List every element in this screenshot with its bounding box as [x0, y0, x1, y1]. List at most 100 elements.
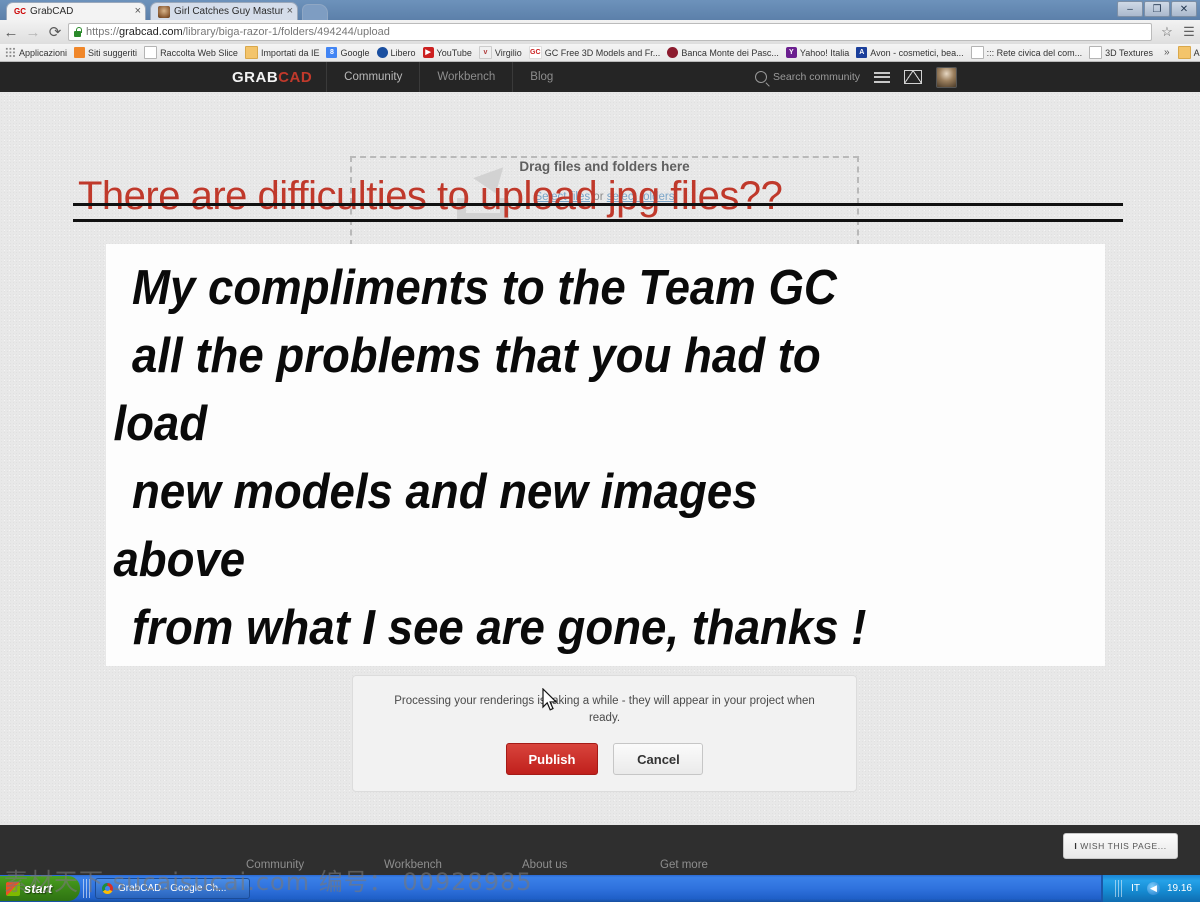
bookmark-label: Libero: [390, 47, 416, 58]
other-bookmarks-item[interactable]: Altri Preferiti: [1176, 45, 1200, 61]
browser-tab-secondary[interactable]: Girl Catches Guy Masturbatin ×: [150, 2, 298, 20]
search-placeholder: Search community: [773, 71, 860, 83]
logo-grab: GRAB: [232, 68, 279, 86]
logo-cad: CAD: [278, 68, 313, 86]
note-line: from what I see are gone, thanks !: [132, 601, 867, 655]
bookmark-item[interactable]: ▶ YouTube: [421, 45, 477, 61]
bookmark-item[interactable]: 3D Textures: [1087, 45, 1158, 61]
tab-title: Girl Catches Guy Masturbatin: [174, 6, 284, 17]
browser-tab-grabcad[interactable]: GC GrabCAD ×: [6, 2, 146, 20]
tab-title: GrabCAD: [30, 6, 74, 17]
cancel-button[interactable]: Cancel: [613, 743, 704, 775]
taskbar-clock[interactable]: 19.16: [1167, 883, 1192, 894]
note-line: My compliments to the Team GC: [132, 261, 837, 315]
search-community-field[interactable]: Search community: [755, 71, 860, 83]
hamburger-icon[interactable]: [874, 71, 890, 83]
virgilio-icon: v: [478, 46, 492, 59]
bookmark-item[interactable]: Libero: [375, 45, 421, 61]
bookmark-item[interactable]: A Avon - cosmetici, bea...: [854, 45, 968, 61]
bookmark-item[interactable]: Importati da IE: [243, 45, 325, 61]
yahoo-icon: Y: [785, 47, 797, 58]
stock-watermark: 素材天下 sucaisucai.com 编号： 00928985: [4, 868, 533, 896]
bookmark-label: Google: [340, 47, 370, 58]
close-button[interactable]: ✕: [1171, 1, 1197, 17]
url-host: grabcad.com: [119, 26, 183, 38]
bookmark-item[interactable]: Banca Monte dei Pasc...: [665, 45, 784, 61]
forward-icon[interactable]: →: [22, 21, 44, 43]
minimize-button[interactable]: –: [1117, 1, 1143, 17]
wish-label: WISH THIS PAGE...: [1080, 841, 1167, 851]
bookmark-item[interactable]: Y Yahoo! Italia: [784, 45, 854, 61]
note-line: load: [113, 397, 208, 451]
reload-icon[interactable]: ⟳: [44, 21, 66, 43]
site-header: GRABCAD Community Workbench Blog Search …: [0, 62, 1200, 92]
tab-close-icon[interactable]: ×: [287, 6, 293, 17]
url-path: /library/biga-razor-1/folders/494244/upl…: [182, 26, 390, 38]
restore-button[interactable]: ❐: [1144, 1, 1170, 17]
back-icon[interactable]: ←: [0, 21, 22, 43]
bookmark-label: ::: Rete civica del com...: [986, 47, 1083, 58]
bookmark-item[interactable]: Raccolta Web Slice: [142, 45, 243, 61]
bookmark-label: Banca Monte dei Pasc...: [681, 47, 779, 58]
bookmarks-bar: Applicazioni Siti suggeriti Raccolta Web…: [0, 44, 1200, 62]
bookmark-item[interactable]: ::: Rete civica del com...: [969, 45, 1088, 61]
footer-link-about-us[interactable]: About us: [522, 859, 660, 871]
annotation-note-overlay: My compliments to the Team GC all the pr…: [106, 244, 1105, 666]
window-controls: – ❐ ✕: [1117, 1, 1197, 17]
bookmark-item[interactable]: v Virgilio: [477, 45, 527, 61]
url-scheme: https://: [86, 26, 120, 38]
note-line: above: [113, 533, 246, 587]
publish-dialog: Processing your renderings is taking a w…: [352, 675, 857, 792]
tab-close-icon[interactable]: ×: [135, 6, 141, 17]
web-page: GRABCAD Community Workbench Blog Search …: [0, 62, 1200, 875]
nav-item-community[interactable]: Community: [326, 62, 419, 92]
browser-toolbar: ← → ⟳ https://grabcad.com/library/biga-r…: [0, 20, 1200, 45]
note-line: all the problems that you had to: [132, 329, 821, 383]
bookmark-label: GC Free 3D Models and Fr...: [544, 47, 661, 58]
grabcad-logo[interactable]: GRABCAD: [232, 69, 312, 86]
note-line: new models and new images: [132, 465, 758, 519]
chrome-menu-icon[interactable]: ☰: [1178, 21, 1200, 43]
strikethrough-line-top: [73, 203, 1123, 206]
page-icon: [144, 46, 158, 59]
bookmark-label: YouTube: [436, 47, 472, 58]
google-icon: 8: [326, 47, 338, 58]
address-bar[interactable]: https://grabcad.com/library/biga-razor-1…: [68, 23, 1152, 41]
header-actions: Search community: [755, 62, 957, 92]
folder-icon: [1177, 46, 1191, 59]
folder-icon: [244, 46, 258, 59]
bookmark-label: 3D Textures: [1105, 47, 1154, 58]
strikethrough-line-bottom: [73, 219, 1123, 222]
bookmark-item[interactable]: 8 Google: [324, 45, 374, 61]
page-icon: [1089, 46, 1103, 59]
bookmarks-overflow-icon[interactable]: »: [1158, 47, 1176, 58]
wish-prefix: I: [1074, 841, 1078, 851]
dialog-message: Processing your renderings is taking a w…: [394, 695, 815, 724]
tray-status-icon[interactable]: ◀: [1146, 882, 1160, 895]
nav-item-workbench[interactable]: Workbench: [419, 62, 512, 92]
new-tab-button[interactable]: [302, 4, 328, 20]
bookmark-label: Applicazioni: [19, 47, 68, 58]
dropzone-title: Drag files and folders here: [519, 159, 690, 174]
photo-icon: [158, 5, 170, 18]
tray-grip[interactable]: [1115, 880, 1125, 897]
bookmark-star-icon[interactable]: ☆: [1156, 21, 1178, 43]
nav-item-blog[interactable]: Blog: [512, 62, 570, 92]
search-icon: [755, 71, 768, 83]
dialog-buttons: Publish Cancel: [353, 743, 856, 775]
bookmark-item[interactable]: Applicazioni: [3, 45, 72, 61]
youtube-icon: ▶: [422, 47, 434, 58]
bookmark-label: Importati da IE: [260, 47, 320, 58]
bookmark-item[interactable]: Siti suggeriti: [72, 45, 142, 61]
libero-icon: [376, 47, 388, 58]
grabcad-icon: GC: [528, 46, 542, 59]
bookmark-item[interactable]: GC GC Free 3D Models and Fr...: [527, 45, 666, 61]
wish-this-page-button[interactable]: I WISH THIS PAGE...: [1063, 833, 1178, 859]
lightbulb-icon: [74, 47, 86, 58]
footer-link-get-more[interactable]: Get more: [660, 859, 798, 871]
language-indicator[interactable]: IT: [1131, 883, 1140, 894]
lock-icon: [73, 27, 82, 37]
envelope-icon[interactable]: [904, 70, 922, 84]
user-avatar[interactable]: [936, 66, 957, 88]
publish-button[interactable]: Publish: [505, 743, 599, 775]
